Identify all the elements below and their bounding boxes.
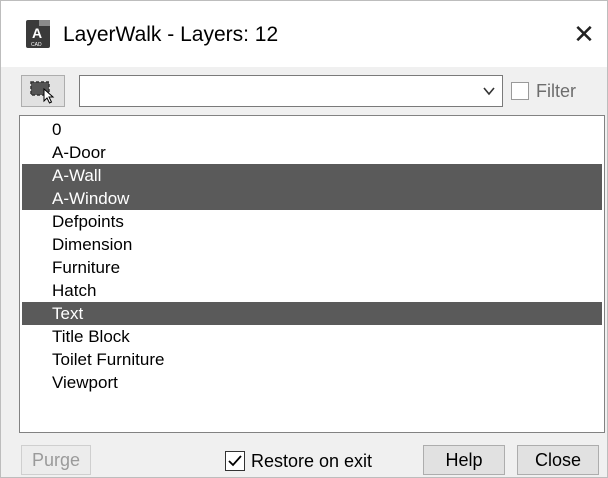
purge-button[interactable]: Purge (21, 445, 91, 475)
layer-item[interactable]: Dimension (22, 233, 602, 256)
restore-on-exit-label: Restore on exit (251, 451, 373, 471)
layer-item[interactable]: A-Wall (22, 164, 602, 187)
select-objects-button[interactable] (21, 75, 65, 107)
layer-item[interactable]: A-Window (22, 187, 602, 210)
layer-item[interactable]: 0 (22, 118, 602, 141)
help-button[interactable]: Help (423, 445, 505, 475)
layer-item[interactable]: Hatch (22, 279, 602, 302)
layer-list[interactable]: 0 A-Door A-Wall A-Window Defpoints Dimen… (19, 115, 605, 433)
close-icon[interactable]: ✕ (569, 17, 599, 51)
layerwalk-dialog: A CAD LayerWalk - Layers: 12 ✕ Filter 0 … (0, 0, 608, 478)
layer-item[interactable]: Text (22, 302, 602, 325)
layer-filter-combo[interactable] (79, 75, 503, 107)
filter-label: Filter (536, 81, 576, 101)
close-button[interactable]: Close (517, 445, 599, 475)
restore-on-exit-checkbox[interactable] (225, 451, 245, 471)
title-bar: A CAD LayerWalk - Layers: 12 ✕ (1, 1, 607, 67)
layer-item[interactable]: Viewport (22, 371, 602, 394)
svg-text:A: A (32, 25, 42, 41)
layer-item[interactable]: Furniture (22, 256, 602, 279)
layer-item[interactable]: Toilet Furniture (22, 348, 602, 371)
layer-item[interactable]: A-Door (22, 141, 602, 164)
svg-text:CAD: CAD (31, 42, 42, 48)
layer-item[interactable]: Title Block (22, 325, 602, 348)
chevron-down-icon[interactable] (482, 84, 496, 103)
layer-item[interactable]: Defpoints (22, 210, 602, 233)
window-title: LayerWalk - Layers: 12 (63, 23, 279, 46)
autocad-app-icon: A CAD (25, 19, 51, 49)
filter-checkbox[interactable] (511, 82, 529, 100)
